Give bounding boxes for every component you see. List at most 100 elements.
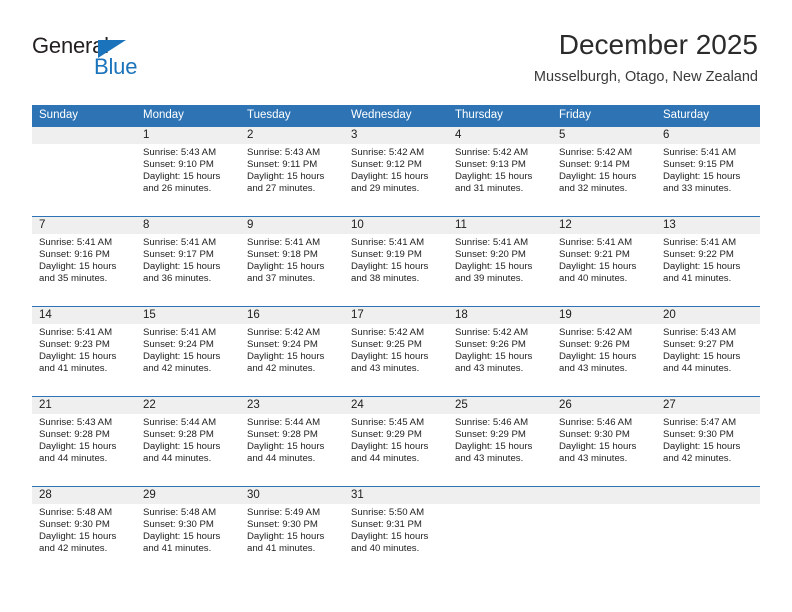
week-body: Sunrise: 5:48 AM Sunset: 9:30 PM Dayligh…: [32, 504, 760, 576]
day-number[interactable]: 16: [240, 307, 344, 324]
daylight-text-line1: Daylight: 15 hours: [663, 261, 741, 273]
daylight-text-line1: Daylight: 15 hours: [663, 351, 741, 363]
day-cell[interactable]: Sunrise: 5:41 AM Sunset: 9:23 PM Dayligh…: [32, 324, 136, 396]
day-number[interactable]: 27: [656, 397, 760, 414]
day-cell[interactable]: Sunrise: 5:42 AM Sunset: 9:24 PM Dayligh…: [240, 324, 344, 396]
sunrise-text: Sunrise: 5:43 AM: [39, 417, 113, 428]
general-blue-logo[interactable]: General Blue: [32, 34, 192, 86]
day-number[interactable]: 15: [136, 307, 240, 324]
day-number[interactable]: 7: [32, 217, 136, 234]
day-number[interactable]: 30: [240, 487, 344, 504]
day-number[interactable]: 25: [448, 397, 552, 414]
daylight-text-line2: and 42 minutes.: [247, 363, 316, 375]
sunrise-text: Sunrise: 5:42 AM: [559, 327, 633, 338]
day-cell[interactable]: Sunrise: 5:43 AM Sunset: 9:10 PM Dayligh…: [136, 144, 240, 216]
day-cell[interactable]: Sunrise: 5:41 AM Sunset: 9:20 PM Dayligh…: [448, 234, 552, 306]
day-number[interactable]: 21: [32, 397, 136, 414]
day-number[interactable]: 20: [656, 307, 760, 324]
day-number[interactable]: [448, 487, 552, 504]
day-number[interactable]: 14: [32, 307, 136, 324]
day-number[interactable]: [32, 127, 136, 144]
day-cell[interactable]: Sunrise: 5:41 AM Sunset: 9:16 PM Dayligh…: [32, 234, 136, 306]
day-number[interactable]: 12: [552, 217, 656, 234]
sunset-text: Sunset: 9:30 PM: [143, 519, 214, 531]
day-number[interactable]: 10: [344, 217, 448, 234]
sunrise-text: Sunrise: 5:45 AM: [351, 417, 425, 428]
day-cell[interactable]: Sunrise: 5:43 AM Sunset: 9:28 PM Dayligh…: [32, 414, 136, 486]
day-cell[interactable]: [656, 504, 760, 576]
daylight-text-line2: and 43 minutes.: [455, 453, 524, 465]
day-number[interactable]: 23: [240, 397, 344, 414]
day-number[interactable]: 11: [448, 217, 552, 234]
day-cell[interactable]: Sunrise: 5:50 AM Sunset: 9:31 PM Dayligh…: [344, 504, 448, 576]
day-number[interactable]: 17: [344, 307, 448, 324]
day-cell[interactable]: [448, 504, 552, 576]
day-number[interactable]: 9: [240, 217, 344, 234]
day-cell[interactable]: Sunrise: 5:41 AM Sunset: 9:22 PM Dayligh…: [656, 234, 760, 306]
day-cell[interactable]: Sunrise: 5:48 AM Sunset: 9:30 PM Dayligh…: [136, 504, 240, 576]
day-number[interactable]: 3: [344, 127, 448, 144]
day-number[interactable]: 19: [552, 307, 656, 324]
day-number[interactable]: 28: [32, 487, 136, 504]
weekday-header-wednesday: Wednesday: [351, 109, 412, 121]
day-cell[interactable]: Sunrise: 5:41 AM Sunset: 9:21 PM Dayligh…: [552, 234, 656, 306]
day-number[interactable]: 18: [448, 307, 552, 324]
sunset-text: Sunset: 9:19 PM: [351, 249, 422, 261]
day-cell[interactable]: Sunrise: 5:48 AM Sunset: 9:30 PM Dayligh…: [32, 504, 136, 576]
day-number[interactable]: 31: [344, 487, 448, 504]
day-number[interactable]: 22: [136, 397, 240, 414]
sunrise-text: Sunrise: 5:41 AM: [455, 237, 529, 248]
day-number[interactable]: 6: [656, 127, 760, 144]
daylight-text-line2: and 39 minutes.: [455, 273, 524, 285]
day-cell[interactable]: Sunrise: 5:46 AM Sunset: 9:30 PM Dayligh…: [552, 414, 656, 486]
day-number[interactable]: 5: [552, 127, 656, 144]
day-cell[interactable]: Sunrise: 5:42 AM Sunset: 9:26 PM Dayligh…: [448, 324, 552, 396]
day-cell[interactable]: Sunrise: 5:43 AM Sunset: 9:11 PM Dayligh…: [240, 144, 344, 216]
day-cell[interactable]: Sunrise: 5:42 AM Sunset: 9:13 PM Dayligh…: [448, 144, 552, 216]
page-subtitle: Musselburgh, Otago, New Zealand: [533, 69, 758, 85]
day-cell[interactable]: Sunrise: 5:42 AM Sunset: 9:12 PM Dayligh…: [344, 144, 448, 216]
day-cell[interactable]: Sunrise: 5:45 AM Sunset: 9:29 PM Dayligh…: [344, 414, 448, 486]
day-number[interactable]: 13: [656, 217, 760, 234]
day-cell[interactable]: Sunrise: 5:41 AM Sunset: 9:24 PM Dayligh…: [136, 324, 240, 396]
day-cell[interactable]: Sunrise: 5:41 AM Sunset: 9:15 PM Dayligh…: [656, 144, 760, 216]
sunset-text: Sunset: 9:30 PM: [663, 429, 734, 441]
week-row: 7 8 9 10 11 12 13 Sunrise: 5:41 AM Sunse…: [32, 216, 760, 306]
day-cell[interactable]: Sunrise: 5:46 AM Sunset: 9:29 PM Dayligh…: [448, 414, 552, 486]
day-number[interactable]: [656, 487, 760, 504]
day-number[interactable]: 29: [136, 487, 240, 504]
day-cell[interactable]: Sunrise: 5:47 AM Sunset: 9:30 PM Dayligh…: [656, 414, 760, 486]
daylight-text-line2: and 38 minutes.: [351, 273, 420, 285]
day-number[interactable]: 8: [136, 217, 240, 234]
day-cell[interactable]: Sunrise: 5:42 AM Sunset: 9:26 PM Dayligh…: [552, 324, 656, 396]
day-number[interactable]: 24: [344, 397, 448, 414]
sunrise-text: Sunrise: 5:50 AM: [351, 507, 425, 518]
daylight-text-line2: and 44 minutes.: [663, 363, 732, 375]
sunset-text: Sunset: 9:31 PM: [351, 519, 422, 531]
day-number[interactable]: 4: [448, 127, 552, 144]
day-cell[interactable]: Sunrise: 5:42 AM Sunset: 9:25 PM Dayligh…: [344, 324, 448, 396]
day-cell[interactable]: [32, 144, 136, 216]
sunset-text: Sunset: 9:15 PM: [663, 159, 734, 171]
week-body: Sunrise: 5:41 AM Sunset: 9:23 PM Dayligh…: [32, 324, 760, 396]
day-number[interactable]: [552, 487, 656, 504]
daylight-text-line1: Daylight: 15 hours: [559, 171, 637, 183]
day-cell[interactable]: Sunrise: 5:44 AM Sunset: 9:28 PM Dayligh…: [136, 414, 240, 486]
day-number[interactable]: 26: [552, 397, 656, 414]
day-number[interactable]: 2: [240, 127, 344, 144]
sunrise-text: Sunrise: 5:44 AM: [247, 417, 321, 428]
day-cell[interactable]: Sunrise: 5:43 AM Sunset: 9:27 PM Dayligh…: [656, 324, 760, 396]
day-cell[interactable]: Sunrise: 5:42 AM Sunset: 9:14 PM Dayligh…: [552, 144, 656, 216]
daylight-text-line1: Daylight: 15 hours: [143, 441, 221, 453]
day-cell[interactable]: Sunrise: 5:41 AM Sunset: 9:19 PM Dayligh…: [344, 234, 448, 306]
day-cell[interactable]: Sunrise: 5:44 AM Sunset: 9:28 PM Dayligh…: [240, 414, 344, 486]
title-block: December 2025 Musselburgh, Otago, New Ze…: [534, 28, 758, 86]
day-number[interactable]: 1: [136, 127, 240, 144]
day-cell[interactable]: Sunrise: 5:41 AM Sunset: 9:18 PM Dayligh…: [240, 234, 344, 306]
day-cell[interactable]: Sunrise: 5:49 AM Sunset: 9:30 PM Dayligh…: [240, 504, 344, 576]
daylight-text-line1: Daylight: 15 hours: [351, 261, 429, 273]
daylight-text-line1: Daylight: 15 hours: [663, 441, 741, 453]
sunrise-text: Sunrise: 5:48 AM: [143, 507, 217, 518]
day-cell[interactable]: [552, 504, 656, 576]
day-cell[interactable]: Sunrise: 5:41 AM Sunset: 9:17 PM Dayligh…: [136, 234, 240, 306]
